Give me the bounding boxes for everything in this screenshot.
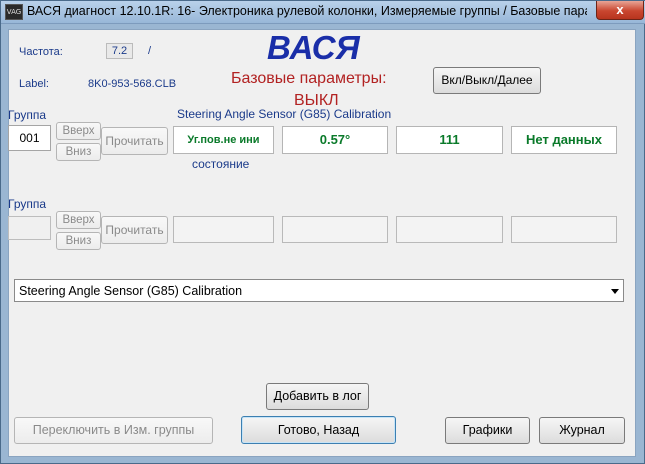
group2-cell-1 (173, 216, 274, 243)
group2-read-button[interactable]: Прочитать (101, 216, 168, 244)
group1-read-button[interactable]: Прочитать (101, 127, 168, 155)
group1-title: Steering Angle Sensor (G85) Calibration (177, 107, 392, 121)
freq-slash: / (148, 45, 152, 57)
brand-logo: ВАСЯ (267, 29, 360, 66)
group1-caption: Группа (8, 108, 47, 122)
close-icon: x (616, 2, 624, 17)
group2-cell-3 (396, 216, 503, 243)
group2-caption: Группа (8, 197, 47, 211)
window-title: ВАСЯ диагност 12.10.1R: 16- Электроника … (27, 4, 587, 18)
label-caption: Label: (19, 78, 49, 90)
group2-down-button[interactable]: Вниз (56, 232, 101, 250)
journal-button[interactable]: Журнал (539, 417, 625, 444)
app-window: VAG ВАСЯ диагност 12.10.1R: 16- Электрон… (0, 0, 645, 464)
group1-cell-3: 111 (396, 126, 503, 154)
close-button[interactable]: x (596, 1, 644, 20)
mode-title: Базовые параметры: (231, 70, 387, 87)
group2-up-button[interactable]: Вверх (56, 211, 101, 229)
dropdown-selected-text: Steering Angle Sensor (G85) Calibration (19, 284, 243, 298)
group2-cell-4 (511, 216, 617, 243)
done-back-button[interactable]: Готово, Назад (241, 416, 396, 444)
vasya-icon[interactable]: VAG (5, 4, 23, 20)
client-area: Частота: 7.2 / Label: 8K0-953-568.CLB ВА… (8, 29, 636, 457)
chevron-down-icon[interactable] (611, 289, 619, 294)
label-value: 8K0-953-568.CLB (88, 78, 177, 90)
group1-cell-1: Уг.пов.не ини (173, 126, 274, 154)
title-bar[interactable]: VAG ВАСЯ диагност 12.10.1R: 16- Электрон… (1, 1, 645, 24)
toggle-basic-settings-button[interactable]: Вкл/Выкл/Далее (433, 67, 541, 94)
freq-value: 7.2 (106, 43, 133, 59)
group1-cell-4: Нет данных (511, 126, 617, 154)
group1-cell-2: 0.57° (282, 126, 388, 154)
group2-cell-2 (282, 216, 388, 243)
group1-down-button[interactable]: Вниз (56, 143, 101, 161)
group-select-dropdown[interactable]: Steering Angle Sensor (G85) Calibration (14, 279, 624, 302)
group1-up-button[interactable]: Вверх (56, 122, 101, 140)
group2-number-input[interactable] (8, 216, 51, 240)
group1-cell-caption: состояние (192, 157, 250, 171)
add-to-log-button[interactable]: Добавить в лог (266, 383, 369, 410)
graphs-button[interactable]: Графики (445, 417, 530, 444)
freq-label: Частота: (19, 46, 63, 58)
switch-to-measuring-groups-button[interactable]: Переключить в Изм. группы (14, 417, 213, 444)
group1-number-input[interactable]: 001 (8, 125, 51, 151)
